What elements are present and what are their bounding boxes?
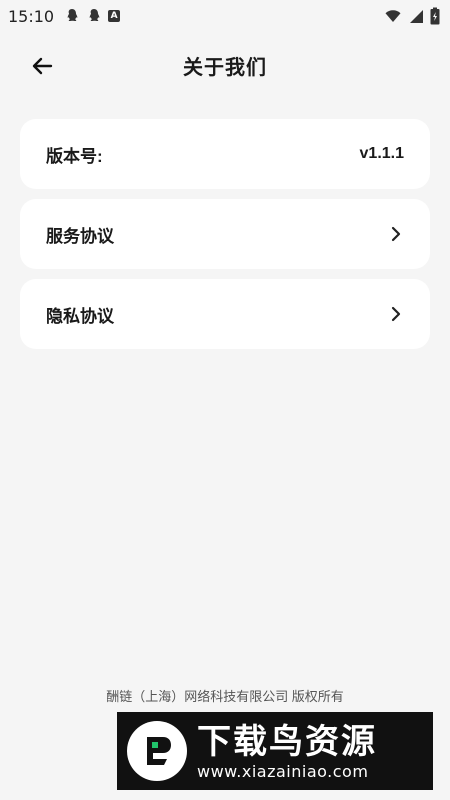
- chevron-right-icon: [388, 226, 404, 242]
- watermark-title: 下载鸟资源: [197, 722, 377, 761]
- qq-icon: [89, 9, 100, 22]
- service-agreement-label: 服务协议: [46, 226, 114, 246]
- copyright-text: 酬链（上海）网络科技有限公司 版权所有: [106, 689, 344, 704]
- privacy-agreement-row[interactable]: 隐私协议: [20, 279, 430, 349]
- back-button[interactable]: [28, 52, 56, 80]
- watermark-banner: 下载鸟资源 www.xiazainiao.com: [117, 712, 433, 790]
- arrow-left-icon: [32, 57, 53, 75]
- battery-icon: [430, 7, 440, 25]
- watermark-url: www.xiazainiao.com: [197, 761, 369, 781]
- watermark-text: 下载鸟资源 www.xiazainiao.com: [197, 722, 377, 781]
- wifi-icon: [385, 10, 401, 22]
- status-time: 15:10: [8, 6, 55, 26]
- version-label: 版本号:: [46, 146, 103, 166]
- system-icons: [384, 7, 440, 25]
- qq-icon: [67, 9, 78, 22]
- privacy-agreement-label: 隐私协议: [46, 306, 114, 326]
- signal-icon: [410, 10, 423, 23]
- watermark-logo: [127, 721, 187, 781]
- service-agreement-row[interactable]: 服务协议: [20, 199, 430, 269]
- page-title: 关于我们: [183, 56, 267, 79]
- notification-icons: A: [64, 8, 121, 24]
- header: 关于我们: [0, 40, 450, 90]
- status-bar: 15:10 A: [0, 0, 450, 32]
- chevron-right-icon: [388, 306, 404, 322]
- version-row: 版本号: v1.1.1: [20, 119, 430, 189]
- a-badge-icon: A: [108, 10, 121, 22]
- version-value: v1.1.1: [359, 145, 404, 162]
- bird-logo-icon: [147, 737, 171, 765]
